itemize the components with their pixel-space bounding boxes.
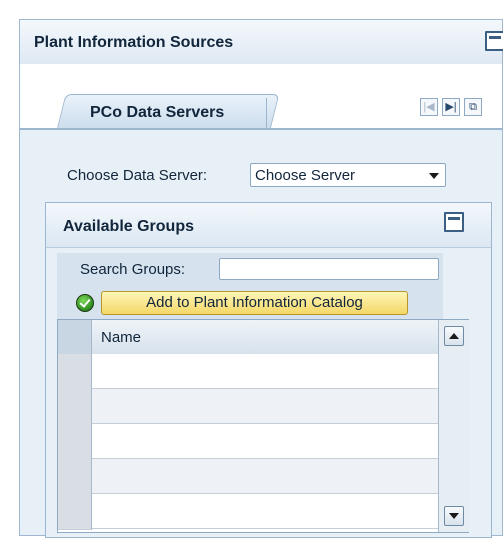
table-cell-name[interactable]: [92, 354, 438, 389]
tab-content: Choose Data Server: Choose Server Availa…: [20, 130, 502, 538]
table-row[interactable]: [58, 459, 438, 495]
search-groups-label: Search Groups:: [80, 261, 186, 278]
table-row[interactable]: [58, 354, 438, 390]
select-all-header[interactable]: [58, 320, 92, 355]
available-groups-title: Available Groups: [63, 218, 194, 235]
tab-divider: [266, 98, 267, 128]
checkmark-icon[interactable]: [76, 294, 94, 312]
row-selector[interactable]: [58, 389, 92, 425]
available-groups-header: Available Groups: [46, 203, 491, 248]
row-selector[interactable]: [58, 494, 92, 530]
data-server-selected-value: Choose Server: [255, 167, 356, 184]
column-header-name[interactable]: Name: [92, 320, 438, 355]
minimize-groups-icon[interactable]: [444, 212, 464, 232]
table-row[interactable]: [58, 494, 438, 530]
chevron-down-icon[interactable]: [429, 173, 439, 179]
panel-header: Plant Information Sources: [20, 20, 503, 65]
table-cell-name[interactable]: [92, 389, 438, 424]
panel-title: Plant Information Sources: [34, 34, 234, 51]
group-search-toolbar: Search Groups: Add to Plant Information …: [57, 253, 443, 319]
tab-label[interactable]: PCo Data Servers: [90, 104, 224, 122]
available-groups-panel: Available Groups Search Groups: Add to P…: [45, 202, 492, 538]
scroll-up-icon[interactable]: [444, 326, 464, 346]
column-header-name-label: Name: [101, 329, 142, 346]
table-cell-name[interactable]: [92, 494, 438, 529]
add-to-plant-information-catalog-button[interactable]: Add to Plant Information Catalog: [101, 291, 408, 315]
plant-information-sources-panel: Plant Information Sources PCo Data Serve…: [19, 19, 503, 538]
table-row[interactable]: [58, 424, 438, 460]
scroll-down-icon[interactable]: [444, 506, 464, 526]
first-page-icon[interactable]: |◀: [420, 98, 438, 116]
row-selector[interactable]: [58, 459, 92, 495]
tab-strip: PCo Data Servers |◀ ▶| ⧉: [20, 64, 502, 132]
table-cell-name[interactable]: [92, 459, 438, 494]
groups-table: Name: [57, 319, 469, 533]
row-selector[interactable]: [58, 424, 92, 460]
row-selector[interactable]: [58, 354, 92, 390]
table-cell-name[interactable]: [92, 424, 438, 459]
last-page-icon[interactable]: ▶|: [442, 98, 460, 116]
choose-data-server-label: Choose Data Server:: [67, 167, 208, 184]
table-row[interactable]: [58, 389, 438, 425]
search-groups-input[interactable]: [219, 258, 439, 280]
data-server-select[interactable]: Choose Server: [250, 163, 446, 187]
vertical-scrollbar[interactable]: [438, 320, 469, 532]
tab-list-icon[interactable]: ⧉: [464, 98, 482, 116]
minimize-panel-icon[interactable]: [485, 31, 503, 51]
